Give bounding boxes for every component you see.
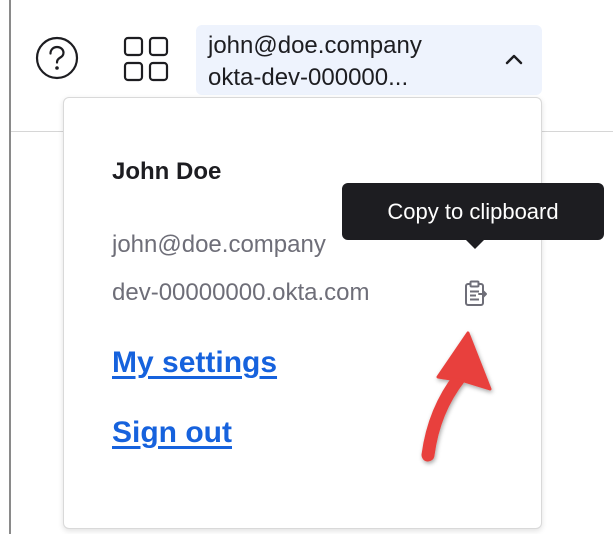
help-button[interactable]: [34, 35, 80, 81]
copy-tooltip: Copy to clipboard: [342, 183, 604, 240]
sign-out-link[interactable]: Sign out: [112, 416, 232, 450]
question-circle-icon: [35, 36, 79, 80]
chevron-up-icon: [505, 54, 523, 65]
account-dropdown: John Doe john@doe.company dev-00000000.o…: [63, 97, 542, 529]
user-name: John Doe: [112, 158, 222, 185]
okta-header-screenshot: john@doe.company okta-dev-000000... John…: [0, 0, 613, 534]
tooltip-pointer: [465, 239, 485, 249]
grid-icon: [123, 36, 169, 82]
clipboard-icon: [465, 280, 487, 306]
org-domain: dev-00000000.okta.com: [112, 279, 370, 306]
apps-button[interactable]: [121, 34, 171, 84]
account-menu-button[interactable]: john@doe.company okta-dev-000000...: [196, 25, 542, 95]
window-edge: [9, 0, 11, 534]
user-email: john@doe.company: [112, 231, 326, 258]
copy-to-clipboard-button[interactable]: [462, 279, 490, 309]
my-settings-link[interactable]: My settings: [112, 346, 277, 380]
account-email: john@doe.company: [208, 32, 422, 59]
account-org: okta-dev-000000...: [208, 64, 409, 91]
